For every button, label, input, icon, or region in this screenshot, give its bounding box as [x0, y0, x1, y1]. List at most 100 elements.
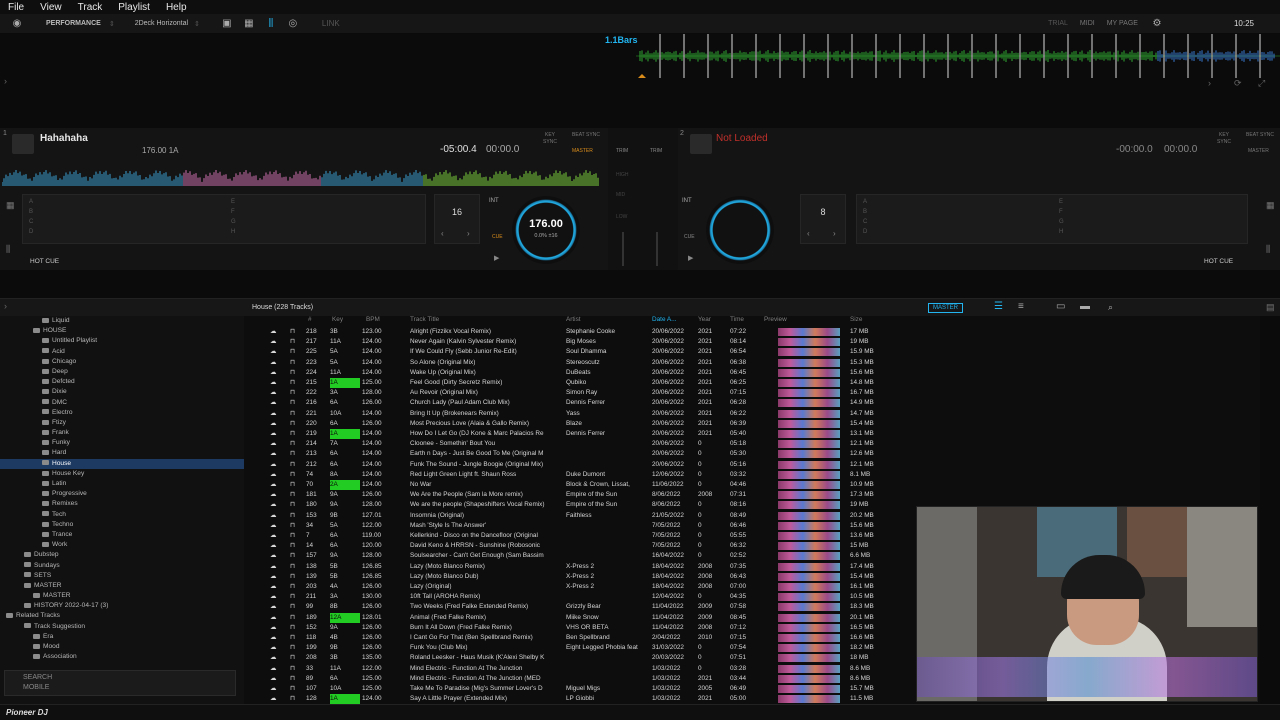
- table-row[interactable]: ☁ ⊓ 189 12A 128.01 Animal (Fred Falke Remix) M…: [244, 612, 894, 623]
- tree-item[interactable]: Frank: [0, 428, 244, 438]
- track-preview[interactable]: [778, 430, 840, 438]
- track-preview[interactable]: [778, 328, 840, 336]
- deck2-pad-e[interactable]: E: [1053, 199, 1247, 209]
- table-row[interactable]: ☁ ⊓ 221 10A 124.00 Bring It Up (Brokenears Re…: [244, 409, 894, 419]
- column-header[interactable]: Artist: [566, 316, 581, 326]
- table-row[interactable]: ☁ ⊓ 118 4B 126.00 I Cant Go For That (Ben Spe…: [244, 633, 894, 643]
- deck1-pad-f[interactable]: F: [225, 209, 425, 219]
- search-icon[interactable]: ⌕: [1108, 302, 1113, 313]
- track-preview[interactable]: [778, 521, 840, 530]
- tree-item[interactable]: Related Tracks: [0, 611, 244, 621]
- overview-waveform[interactable]: [636, 34, 1280, 94]
- table-row[interactable]: ☁ ⊓ 216 6A 126.00 Church Lady (Paul Adam Club…: [244, 398, 894, 408]
- deck2-beat-sync[interactable]: BEAT SYNC: [1246, 132, 1274, 139]
- table-row[interactable]: ☁ ⊓ 212 6A 124.00 Funk The Sound - Jungle Boo…: [244, 460, 894, 470]
- table-row[interactable]: ☁ ⊓ 152 9A 126.00 Burn It All Down (Fred Falk…: [244, 623, 894, 633]
- tree-item[interactable]: Association: [0, 652, 244, 662]
- deck1-master[interactable]: MASTER: [572, 148, 593, 154]
- column-header[interactable]: Year: [698, 316, 711, 326]
- table-row[interactable]: ☁ ⊓ 214 7A 124.00 Cloonee - Somethin' Bout Yo…: [244, 439, 894, 449]
- deck1-pad-d[interactable]: D: [23, 229, 223, 239]
- menu-file[interactable]: File: [0, 2, 32, 13]
- track-preview[interactable]: [778, 603, 840, 612]
- tree-item[interactable]: Work: [0, 540, 244, 550]
- menu-help[interactable]: Help: [158, 2, 195, 13]
- track-preview[interactable]: [778, 674, 840, 683]
- browser-layout-icon[interactable]: ▭: [1056, 301, 1065, 312]
- table-row[interactable]: ☁ ⊓ 139 5B 126.85 Lazy (Moto Blanco Dub) X-Pre…: [244, 572, 894, 582]
- track-preview[interactable]: [778, 613, 840, 622]
- column-header[interactable]: Key: [332, 316, 343, 326]
- track-preview[interactable]: [778, 695, 840, 704]
- tree-item[interactable]: Progressive: [0, 489, 244, 499]
- deck1-waveform[interactable]: [2, 158, 600, 188]
- table-row[interactable]: ☁ ⊓ 157 9A 128.00 Soulsearcher - Can't Get En…: [244, 551, 894, 561]
- deck1-jump-back-icon[interactable]: ‹: [441, 229, 444, 238]
- track-preview[interactable]: [778, 389, 840, 398]
- tree-item[interactable]: Funky: [0, 438, 244, 448]
- browser-split-icon[interactable]: ▬: [1080, 301, 1090, 312]
- column-header[interactable]: BPM: [366, 316, 380, 326]
- tree-item[interactable]: Dixie: [0, 387, 244, 397]
- tree-item[interactable]: Defcted: [0, 377, 244, 387]
- deck1-pad-a[interactable]: A: [23, 199, 223, 209]
- tree-item[interactable]: House: [0, 458, 244, 469]
- deck1-pad-e[interactable]: E: [225, 199, 425, 209]
- track-preview[interactable]: [778, 552, 840, 561]
- deck1-pad-b[interactable]: B: [23, 209, 223, 219]
- track-preview[interactable]: [778, 440, 840, 449]
- deck2-pad-c[interactable]: C: [857, 219, 1051, 229]
- deck1-jog-wheel[interactable]: 176.00 0.0% ±16: [512, 196, 580, 264]
- tree-item[interactable]: MASTER: [0, 581, 244, 591]
- tree-item[interactable]: DMC: [0, 398, 244, 408]
- deck1-pad-h[interactable]: H: [225, 229, 425, 239]
- column-header[interactable]: Time: [730, 316, 744, 326]
- deck2-pad-h[interactable]: H: [1053, 229, 1247, 239]
- table-row[interactable]: ☁ ⊓ 89 6A 125.00 Mind Electric - Function At …: [244, 674, 894, 684]
- deck2-master[interactable]: MASTER: [1248, 148, 1269, 154]
- track-preview[interactable]: [778, 368, 840, 377]
- layout-selector[interactable]: 2Deck Horizontal: [135, 20, 188, 27]
- tree-item[interactable]: Tech: [0, 510, 244, 520]
- expand-left-icon[interactable]: ›: [4, 76, 7, 86]
- table-row[interactable]: ☁ ⊓ 211 3A 130.00 10ft Tall (AROHA Remix) 12/0…: [244, 592, 894, 602]
- record-icon[interactable]: ◎: [286, 17, 300, 31]
- tree-item[interactable]: Era: [0, 632, 244, 642]
- table-row[interactable]: ☁ ⊓ 180 9A 128.00 We are the people (Shapeshi…: [244, 500, 894, 510]
- track-preview[interactable]: [778, 460, 840, 469]
- table-row[interactable]: ☁ ⊓ 217 11A 124.00 Never Again (Kalvin Sylves…: [244, 337, 894, 347]
- track-preview[interactable]: [778, 511, 840, 520]
- tree-item[interactable]: Track Suggestion: [0, 622, 244, 632]
- tree-item[interactable]: SETS: [0, 571, 244, 581]
- channel1-fader[interactable]: [622, 232, 624, 266]
- deck2-pad-f[interactable]: F: [1053, 209, 1247, 219]
- table-row[interactable]: ☁ ⊓ 224 11A 124.00 Wake Up (Original Mix) DuBe…: [244, 368, 894, 378]
- link-icon[interactable]: ⟳: [1234, 78, 1242, 89]
- menu-view[interactable]: View: [32, 2, 70, 13]
- link-button[interactable]: LINK: [322, 19, 340, 28]
- tree-item[interactable]: Dubstep: [0, 550, 244, 560]
- track-preview[interactable]: [778, 358, 840, 367]
- scroll-right-icon[interactable]: ›: [1208, 78, 1211, 88]
- deck2-hotcue-pads[interactable]: ABCD EFGH: [856, 194, 1248, 244]
- track-preview[interactable]: [778, 532, 840, 540]
- deck1-beat-sync[interactable]: BEAT SYNC: [572, 132, 600, 139]
- tree-item[interactable]: Mood: [0, 642, 244, 652]
- track-preview[interactable]: [778, 409, 840, 418]
- track-preview[interactable]: [778, 664, 840, 673]
- table-row[interactable]: ☁ ⊓ 218 3B 123.00 Alright (Fizzikx Vocal Remi…: [244, 327, 894, 337]
- settings-gear-icon[interactable]: ⚙: [1150, 17, 1164, 31]
- deck1-left-icon[interactable]: ▦: [6, 200, 15, 211]
- track-preview[interactable]: [778, 491, 840, 500]
- table-row[interactable]: ☁ ⊓ 225 5A 124.00 If We Could Fly (Sebb Junio…: [244, 347, 894, 357]
- table-row[interactable]: ☁ ⊓ 138 5B 126.85 Lazy (Moto Blanco Remix) X-P…: [244, 562, 894, 572]
- tree-item[interactable]: House Key: [0, 469, 244, 479]
- master-selector[interactable]: MASTER: [928, 303, 964, 313]
- table-row[interactable]: ☁ ⊓ 222 3A 128.00 Au Revoir (Original Mix) Sim…: [244, 388, 894, 398]
- tree-item[interactable]: Hard: [0, 448, 244, 458]
- table-row[interactable]: ☁ ⊓ 14 6A 120.00 David Keno & HRRSN - Sunshin…: [244, 541, 894, 551]
- browser-side-icon[interactable]: ▤: [1266, 302, 1275, 313]
- track-preview[interactable]: [778, 593, 840, 602]
- track-preview[interactable]: [778, 685, 840, 693]
- track-preview[interactable]: [778, 572, 840, 581]
